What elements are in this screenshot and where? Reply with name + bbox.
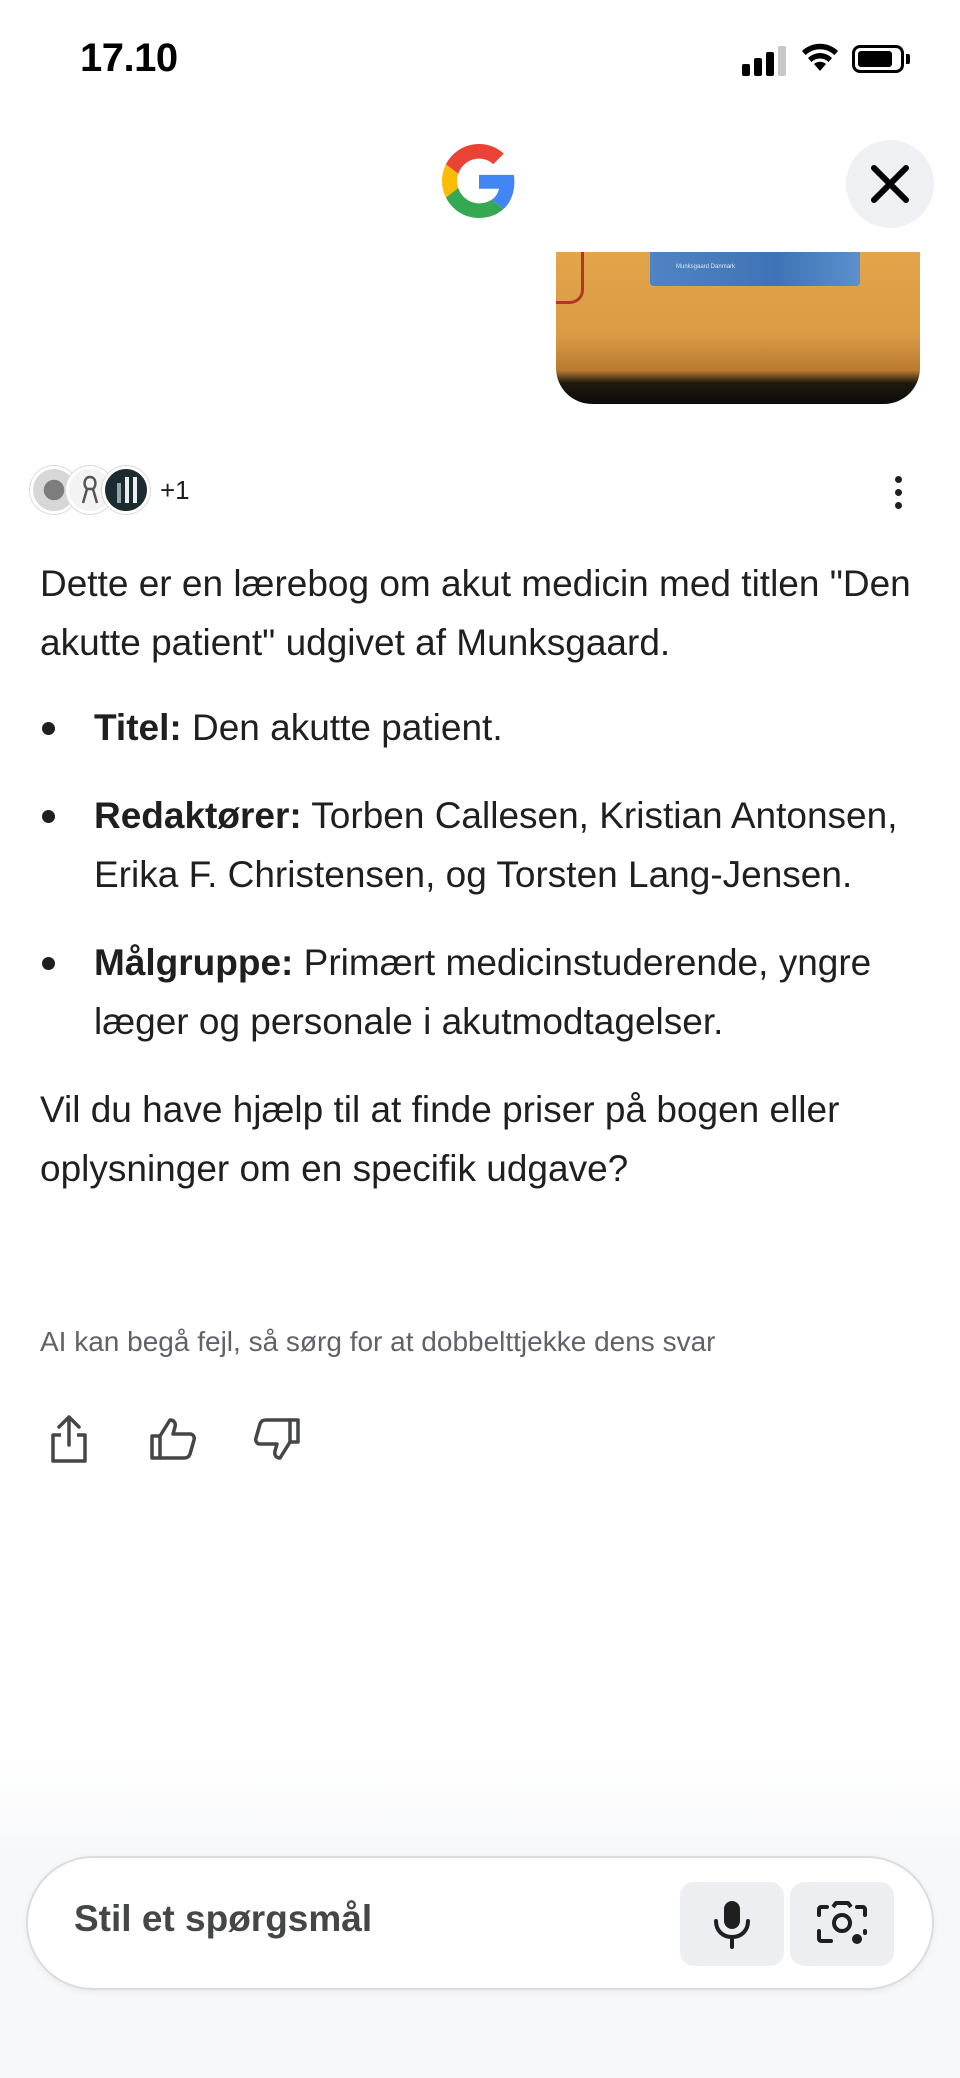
thumbs-down-button[interactable] — [248, 1410, 306, 1468]
answer-list: Titel: Den akutte patient. Redaktører: T… — [40, 698, 930, 1051]
ask-input-bar[interactable]: Stil et spørgsmål — [26, 1856, 934, 1990]
feedback-actions — [40, 1410, 306, 1468]
thumbs-up-button[interactable] — [144, 1410, 202, 1468]
list-item: Redaktører: Torben Callesen, Kristian An… — [40, 786, 930, 904]
share-icon — [51, 1415, 87, 1463]
captured-photo[interactable]: Munksgaard Danmark — [556, 252, 920, 404]
ai-answer: Dette er en lærebog om akut medicin med … — [40, 554, 930, 1198]
google-lens-icon — [817, 1901, 867, 1944]
close-button[interactable] — [846, 140, 934, 228]
signal-icon — [742, 44, 786, 76]
more-vert-icon — [894, 475, 902, 483]
source-favicon-3 — [102, 466, 150, 514]
item-label: Redaktører: — [94, 795, 302, 836]
answer-intro: Dette er en lærebog om akut medicin med … — [40, 563, 911, 663]
voice-search-button[interactable] — [680, 1882, 784, 1966]
bullet — [42, 810, 55, 823]
ai-disclaimer: AI kan begå fejl, så sørg for at dobbelt… — [40, 1326, 716, 1357]
ask-input[interactable]: Stil et spørgsmål — [74, 1898, 372, 1940]
thumbs-down-icon — [254, 1418, 300, 1460]
thumbs-up-icon — [150, 1418, 196, 1460]
sources-more-count: +1 — [160, 474, 190, 505]
share-button[interactable] — [40, 1410, 98, 1468]
status-bar: 17.10 — [0, 0, 960, 120]
google-lens-button[interactable] — [790, 1882, 894, 1966]
item-label: Titel: — [94, 707, 182, 748]
list-item: Målgruppe: Primært medicinstuderende, yn… — [40, 933, 930, 1051]
list-item: Titel: Den akutte patient. — [40, 698, 930, 757]
wifi-icon — [802, 43, 838, 71]
google-g-logo — [442, 144, 515, 218]
bullet — [42, 722, 55, 735]
status-time: 17.10 — [80, 36, 178, 80]
bullet — [42, 957, 55, 970]
cable — [556, 252, 584, 304]
book-label: Munksgaard Danmark — [676, 264, 736, 270]
microphone-icon — [714, 1901, 750, 1949]
battery-icon — [852, 45, 910, 73]
more-options-button[interactable] — [876, 470, 920, 514]
follow-up-question: Vil du have hjælp til at finde priser på… — [40, 1089, 840, 1189]
close-icon — [871, 165, 909, 203]
item-label: Målgruppe: — [94, 942, 294, 983]
sources-row[interactable]: +1 — [30, 464, 190, 516]
item-text: Den akutte patient. — [181, 707, 503, 748]
